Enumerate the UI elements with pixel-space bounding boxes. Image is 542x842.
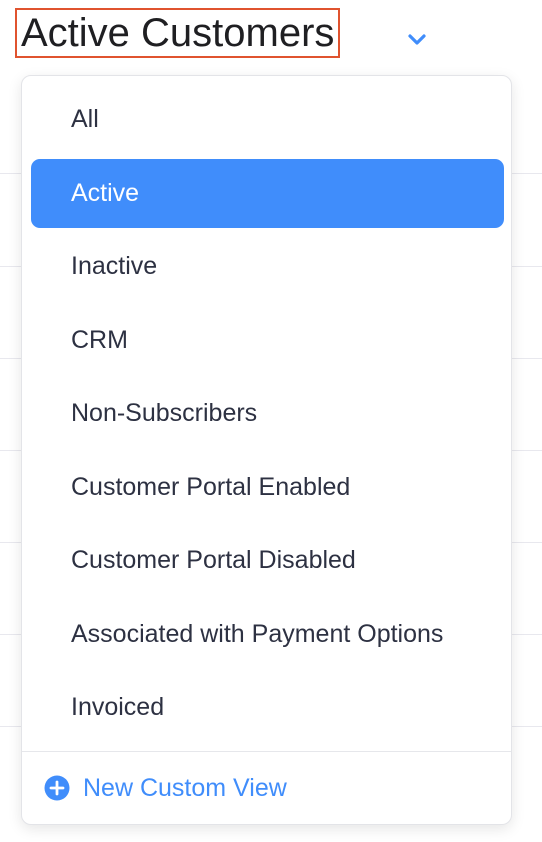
plus-circle-icon bbox=[44, 775, 70, 801]
view-option-label: Customer Portal Enabled bbox=[71, 472, 351, 501]
view-option-invoiced[interactable]: Invoiced bbox=[31, 673, 504, 742]
view-selector-title[interactable]: Active Customers bbox=[15, 8, 341, 58]
view-option-label: Inactive bbox=[71, 252, 158, 280]
chevron-down-icon[interactable] bbox=[406, 28, 428, 50]
view-option-crm[interactable]: CRM bbox=[31, 306, 504, 375]
view-option-label: Customer Portal Disabled bbox=[71, 546, 356, 574]
view-dropdown-menu: All Active Inactive CRM Non-Subscribers Custo… bbox=[21, 75, 512, 825]
view-option-all[interactable]: All bbox=[31, 85, 504, 154]
view-option-inactive[interactable]: Inactive bbox=[31, 232, 504, 301]
new-custom-view-label: New Custom View bbox=[83, 773, 287, 802]
view-option-non-subscribers[interactable]: Non-Subscribers bbox=[31, 379, 504, 448]
view-option-associated-with-payment-options[interactable]: Associated with Payment Options bbox=[31, 600, 504, 669]
view-option-active[interactable]: Active bbox=[31, 158, 504, 228]
view-option-label: Non-Subscribers bbox=[71, 399, 258, 427]
view-option-label: Invoiced bbox=[71, 693, 165, 721]
new-custom-view-button[interactable]: New Custom View bbox=[44, 768, 287, 808]
view-title-text: Active Customers bbox=[21, 10, 335, 55]
view-option-label: CRM bbox=[71, 325, 128, 354]
view-option-customer-portal-enabled[interactable]: Customer Portal Enabled bbox=[31, 453, 504, 522]
view-option-label: Active bbox=[71, 178, 140, 207]
dropdown-divider bbox=[22, 751, 511, 752]
view-option-label: All bbox=[71, 105, 99, 133]
view-option-label: Associated with Payment Options bbox=[71, 619, 444, 648]
view-option-customer-portal-disabled[interactable]: Customer Portal Disabled bbox=[31, 526, 504, 595]
page: Active Customers All Active Inactive CRM Non… bbox=[0, 0, 542, 842]
